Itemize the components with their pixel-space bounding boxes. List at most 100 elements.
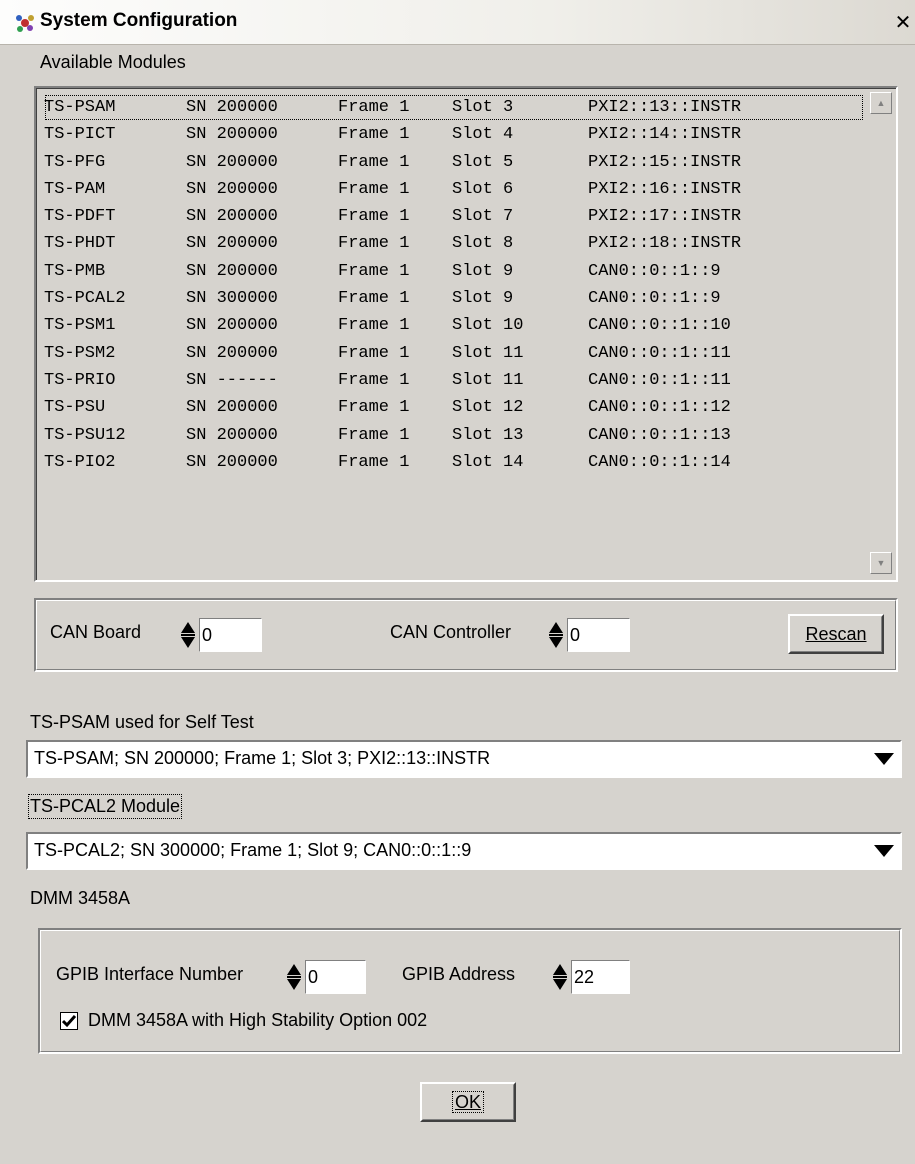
dmm-label: DMM 3458A bbox=[30, 888, 131, 908]
pcal2-value: TS-PCAL2; SN 300000; Frame 1; Slot 9; CA… bbox=[34, 840, 472, 860]
checkmark-icon bbox=[62, 1015, 76, 1028]
frame: Frame 1 bbox=[338, 207, 410, 227]
can-group: CAN Board 0 CAN Controller 0 Rescan bbox=[34, 598, 898, 672]
list-item[interactable]: TS-PMB SN 200000 Frame 1 Slot 9 CAN0::0::1::… bbox=[44, 258, 864, 285]
slot: Slot 7 bbox=[452, 207, 514, 227]
module-rows: TS-PSAM SN 200000 Frame 1 Slot 3 PXI2::13::I… bbox=[44, 94, 864, 476]
module-name: TS-PICT bbox=[44, 125, 116, 145]
gpib-interface-input[interactable]: 0 bbox=[305, 960, 366, 994]
resource: CAN0::0::1::10 bbox=[588, 316, 731, 336]
module-name: TS-PSU bbox=[44, 398, 106, 418]
rescan-button[interactable]: Rescan bbox=[788, 614, 884, 654]
list-item[interactable]: TS-PFG SN 200000 Frame 1 Slot 5 PXI2::15::IN… bbox=[44, 149, 864, 176]
dropdown-arrow-icon[interactable] bbox=[870, 744, 898, 774]
frame: Frame 1 bbox=[338, 261, 410, 281]
spin-arrows-icon[interactable] bbox=[546, 622, 566, 650]
scroll-up-icon[interactable]: ▲ bbox=[870, 92, 892, 114]
vertical-scrollbar[interactable]: ▲ ▼ bbox=[870, 90, 894, 578]
high-stability-checkbox[interactable] bbox=[60, 1012, 78, 1030]
window-title: System Configuration bbox=[40, 10, 238, 31]
can-board-input[interactable]: 0 bbox=[199, 618, 262, 652]
resource: PXI2::18::INSTR bbox=[588, 234, 742, 254]
serial-number: SN 200000 bbox=[186, 179, 278, 199]
spin-arrows-icon[interactable] bbox=[550, 964, 570, 992]
resource: PXI2::13::INSTR bbox=[588, 98, 742, 117]
ok-button[interactable]: OK bbox=[420, 1082, 516, 1122]
gpib-address-spinbox[interactable]: 22 bbox=[550, 960, 630, 994]
module-name: TS-PSM1 bbox=[44, 316, 116, 336]
list-item[interactable]: TS-PSU12 SN 200000 Frame 1 Slot 13 CAN0::0::… bbox=[44, 422, 864, 449]
module-name: TS-PFG bbox=[44, 152, 106, 172]
self-test-value: TS-PSAM; SN 200000; Frame 1; Slot 3; PXI… bbox=[34, 748, 491, 768]
list-item[interactable]: TS-PCAL2 SN 300000 Frame 1 Slot 9 CAN0::0::1… bbox=[44, 285, 864, 312]
can-board-spinbox[interactable]: 0 bbox=[178, 618, 262, 652]
scroll-down-icon[interactable]: ▼ bbox=[870, 552, 892, 574]
resource: PXI2::14::INSTR bbox=[588, 125, 742, 145]
resource: CAN0::0::1::9 bbox=[588, 261, 721, 281]
frame: Frame 1 bbox=[338, 343, 410, 363]
resource: CAN0::0::1::11 bbox=[588, 370, 731, 390]
frame: Frame 1 bbox=[338, 316, 410, 336]
serial-number: SN 300000 bbox=[186, 289, 278, 309]
serial-number: SN 200000 bbox=[186, 125, 278, 145]
slot: Slot 14 bbox=[452, 452, 524, 472]
gpib-address-input[interactable]: 22 bbox=[571, 960, 630, 994]
app-icon bbox=[16, 15, 34, 32]
self-test-label: TS-PSAM used for Self Test bbox=[30, 712, 254, 732]
resource: CAN0::0::1::9 bbox=[588, 289, 721, 309]
serial-number: SN 200000 bbox=[186, 316, 278, 336]
list-item[interactable]: TS-PSM1 SN 200000 Frame 1 Slot 10 CAN0::0::1… bbox=[44, 312, 864, 339]
module-name: TS-PCAL2 bbox=[44, 289, 126, 309]
serial-number: SN 200000 bbox=[186, 261, 278, 281]
dropdown-arrow-icon[interactable] bbox=[870, 836, 898, 866]
available-modules-list[interactable]: TS-PSAM SN 200000 Frame 1 Slot 3 PXI2::13::I… bbox=[34, 86, 898, 582]
module-name: TS-PSAM bbox=[44, 98, 116, 117]
slot: Slot 4 bbox=[452, 125, 514, 145]
self-test-select[interactable]: TS-PSAM; SN 200000; Frame 1; Slot 3; PXI… bbox=[26, 740, 902, 778]
list-item[interactable]: TS-PRIO SN ------ Frame 1 Slot 11 CAN0::0::1… bbox=[44, 367, 864, 394]
slot: Slot 11 bbox=[452, 370, 524, 390]
can-controller-spinbox[interactable]: 0 bbox=[546, 618, 630, 652]
frame: Frame 1 bbox=[338, 452, 410, 472]
module-name: TS-PIO2 bbox=[44, 452, 116, 472]
list-item[interactable]: TS-PSM2 SN 200000 Frame 1 Slot 11 CAN0::0::1… bbox=[44, 340, 864, 367]
can-controller-input[interactable]: 0 bbox=[567, 618, 630, 652]
available-modules-label: Available Modules bbox=[40, 52, 186, 72]
serial-number: SN 200000 bbox=[186, 234, 278, 254]
resource: PXI2::17::INSTR bbox=[588, 207, 742, 227]
list-item[interactable]: TS-PHDT SN 200000 Frame 1 Slot 8 PXI2::18::I… bbox=[44, 230, 864, 257]
list-item[interactable]: TS-PDFT SN 200000 Frame 1 Slot 7 PXI2::17::I… bbox=[44, 203, 864, 230]
pcal2-select[interactable]: TS-PCAL2; SN 300000; Frame 1; Slot 9; CA… bbox=[26, 832, 902, 870]
spin-arrows-icon[interactable] bbox=[178, 622, 198, 650]
list-item[interactable]: TS-PSAM SN 200000 Frame 1 Slot 3 PXI2::13::I… bbox=[44, 94, 864, 121]
rescan-label: Rescan bbox=[805, 624, 867, 644]
serial-number: SN 200000 bbox=[186, 152, 278, 172]
list-item[interactable]: TS-PAM SN 200000 Frame 1 Slot 6 PXI2::16::IN… bbox=[44, 176, 864, 203]
serial-number: SN 200000 bbox=[186, 452, 278, 472]
title-bar: System Configuration ✕ bbox=[0, 0, 915, 45]
serial-number: SN 200000 bbox=[186, 398, 278, 418]
slot: Slot 6 bbox=[452, 179, 514, 199]
list-item[interactable]: TS-PICT SN 200000 Frame 1 Slot 4 PXI2::14::I… bbox=[44, 121, 864, 148]
module-name: TS-PAM bbox=[44, 179, 106, 199]
resource: PXI2::15::INSTR bbox=[588, 152, 742, 172]
resource: CAN0::0::1::11 bbox=[588, 343, 731, 363]
pcal2-label: TS-PCAL2 Module bbox=[27, 794, 183, 819]
slot: Slot 8 bbox=[452, 234, 514, 254]
spin-arrows-icon[interactable] bbox=[284, 964, 304, 992]
serial-number: SN 200000 bbox=[186, 207, 278, 227]
resource: CAN0::0::1::14 bbox=[588, 452, 731, 472]
module-name: TS-PSU12 bbox=[44, 425, 126, 445]
module-name: TS-PDFT bbox=[44, 207, 116, 227]
serial-number: SN 200000 bbox=[186, 343, 278, 363]
list-item[interactable]: TS-PIO2 SN 200000 Frame 1 Slot 14 CAN0::0::1… bbox=[44, 449, 864, 476]
slot: Slot 3 bbox=[452, 98, 514, 117]
gpib-interface-spinbox[interactable]: 0 bbox=[284, 960, 366, 994]
list-item[interactable]: TS-PSU SN 200000 Frame 1 Slot 12 CAN0::0::1:… bbox=[44, 394, 864, 421]
serial-number: SN ------ bbox=[186, 370, 278, 390]
can-board-label: CAN Board bbox=[50, 622, 142, 642]
module-name: TS-PHDT bbox=[44, 234, 116, 254]
module-name: TS-PRIO bbox=[44, 370, 116, 390]
close-icon[interactable]: ✕ bbox=[893, 13, 913, 33]
resource: CAN0::0::1::13 bbox=[588, 425, 731, 445]
